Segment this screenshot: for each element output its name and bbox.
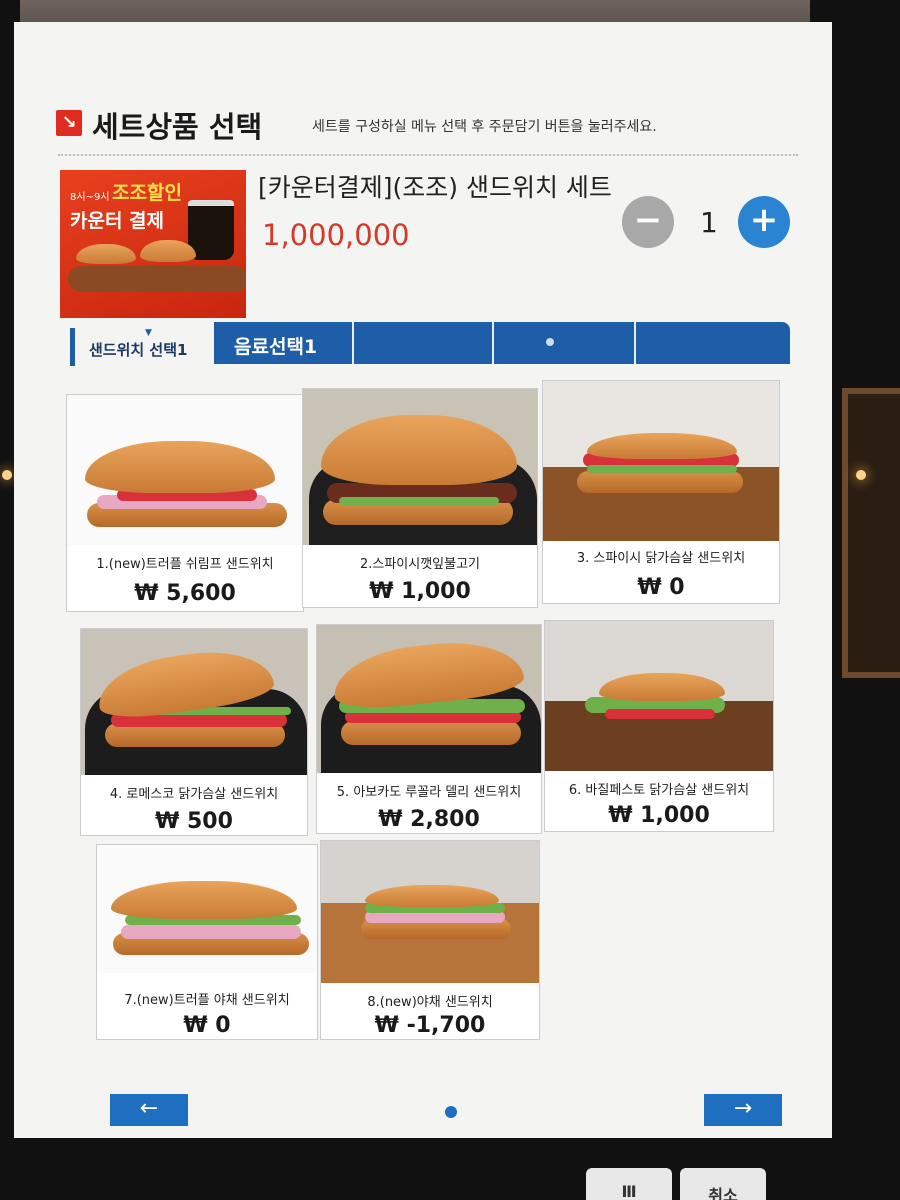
quantity-decrease-button[interactable]: −	[622, 196, 674, 248]
lettuce-layer	[339, 497, 499, 505]
kiosk-screen: ↘ 세트상품 선택 세트를 구성하실 메뉴 선택 후 주문담기 버튼을 눌러주세…	[14, 22, 832, 1138]
serving-board	[68, 266, 246, 292]
item-name: 1.(new)트러플 쉬림프 샌드위치	[96, 557, 274, 572]
ambient-light	[2, 470, 12, 480]
sandwich-icon	[140, 240, 196, 262]
set-promo-image: 8시~9시 조조할인 카운터 결제	[60, 170, 246, 318]
arrow-down-right-icon: ↘	[56, 110, 82, 136]
sandwich-photo	[97, 845, 317, 973]
item-price: ₩ 1,000	[369, 579, 471, 604]
sandwich-photo	[67, 395, 303, 545]
tab-label: 샌드위치 선택1	[89, 341, 188, 359]
set-tabs: ▼ 샌드위치 선택1 음료선택1	[70, 322, 790, 366]
set-price: 1,000,000	[262, 218, 410, 252]
menu-item-card[interactable]: 7.(new)트러플 야채 샌드위치 ₩ 0	[96, 844, 318, 1040]
item-price: ₩ 500	[155, 809, 233, 834]
sandwich-photo	[543, 381, 779, 541]
sandwich-photo	[317, 625, 541, 773]
lettuce-layer	[587, 465, 737, 473]
item-name: 2.스파이시깻잎불고기	[359, 557, 481, 572]
bread-top	[321, 415, 517, 485]
menu-item-card[interactable]: 3. 스파이시 닭가슴살 샌드위치 ₩ 0	[542, 380, 780, 604]
item-price: ₩ 2,800	[378, 807, 480, 832]
page-indicator-dot	[445, 1106, 457, 1118]
divider	[58, 154, 798, 156]
sandwich-photo	[321, 841, 539, 983]
menu-item-card[interactable]: 5. 아보카도 루꼴라 델리 샌드위치 ₩ 2,800	[316, 624, 542, 834]
item-price: ₩ 1,000	[608, 803, 710, 828]
item-price: ₩ -1,700	[374, 1013, 486, 1038]
item-price: ₩ 0	[637, 575, 685, 600]
promo-line1: 조조할인	[112, 182, 182, 204]
bread-bottom	[577, 471, 743, 493]
page-instruction: 세트를 구성하실 메뉴 선택 후 주문담기 버튼을 눌러주세요.	[312, 119, 657, 135]
tab-indicator-dot	[546, 338, 554, 346]
tomato-layer	[605, 709, 715, 719]
menu-item-card[interactable]: 8.(new)야채 샌드위치 ₩ -1,700	[320, 840, 540, 1040]
page-header: ↘ 세트상품 선택 세트를 구성하실 메뉴 선택 후 주문담기 버튼을 눌러주세…	[56, 104, 812, 148]
tab-empty[interactable]	[492, 322, 634, 364]
bread-top	[365, 885, 499, 907]
sandwich-photo	[81, 629, 307, 775]
tab-sandwich-select[interactable]: ▼ 샌드위치 선택1	[70, 328, 214, 366]
set-name: [카운터결제](조조) 샌드위치 세트	[258, 173, 612, 202]
item-price: ₩ 0	[183, 1013, 231, 1038]
bread-top	[599, 673, 725, 701]
item-name: 5. 아보카도 루꼴라 델리 샌드위치	[336, 785, 522, 800]
item-price: ₩ 5,600	[134, 581, 236, 606]
promo-line2: 카운터 결제	[70, 210, 165, 232]
sandwich-icon	[76, 244, 136, 264]
bread-top	[85, 441, 275, 493]
promo-time: 8시~9시	[70, 192, 110, 203]
next-page-button[interactable]: →	[704, 1094, 782, 1126]
sandwich-photo	[303, 389, 537, 545]
bread-top	[111, 881, 297, 919]
cancel-key[interactable]: 취소	[680, 1168, 766, 1200]
caret-down-icon: ▼	[145, 328, 152, 338]
tab-empty[interactable]	[634, 322, 790, 364]
quantity-value: 1	[700, 206, 718, 239]
menu-item-card[interactable]: 4. 로메스코 닭가슴살 샌드위치 ₩ 500	[80, 628, 308, 836]
tab-strip: 음료선택1	[214, 322, 790, 364]
wall-frame	[842, 388, 900, 678]
tab-drink-select[interactable]: 음료선택1	[234, 332, 317, 359]
bread-bottom	[341, 721, 521, 745]
item-name: 3. 스파이시 닭가슴살 샌드위치	[576, 551, 746, 566]
item-name: 6. 바질페스토 닭가슴살 샌드위치	[568, 783, 750, 798]
sandwich-photo	[545, 621, 773, 771]
bread-top	[587, 433, 737, 459]
menu-item-card[interactable]: 6. 바질페스토 닭가슴살 샌드위치 ₩ 1,000	[544, 620, 774, 832]
page-title: 세트상품 선택	[92, 110, 263, 144]
ambient-light	[856, 470, 866, 480]
menu-item-card[interactable]: 1.(new)트러플 쉬림프 샌드위치 ₩ 5,600	[66, 394, 304, 612]
tab-empty[interactable]	[352, 322, 492, 364]
menu-key[interactable]: Ⅲ	[586, 1168, 672, 1200]
item-name: 7.(new)트러플 야채 샌드위치	[124, 993, 290, 1008]
quantity-increase-button[interactable]: +	[738, 196, 790, 248]
item-name: 8.(new)야채 샌드위치	[367, 995, 493, 1010]
menu-item-card[interactable]: 2.스파이시깻잎불고기 ₩ 1,000	[302, 388, 538, 608]
ham-layer	[121, 925, 301, 939]
item-name: 4. 로메스코 닭가슴살 샌드위치	[109, 787, 279, 802]
previous-page-button[interactable]: ←	[110, 1094, 188, 1126]
